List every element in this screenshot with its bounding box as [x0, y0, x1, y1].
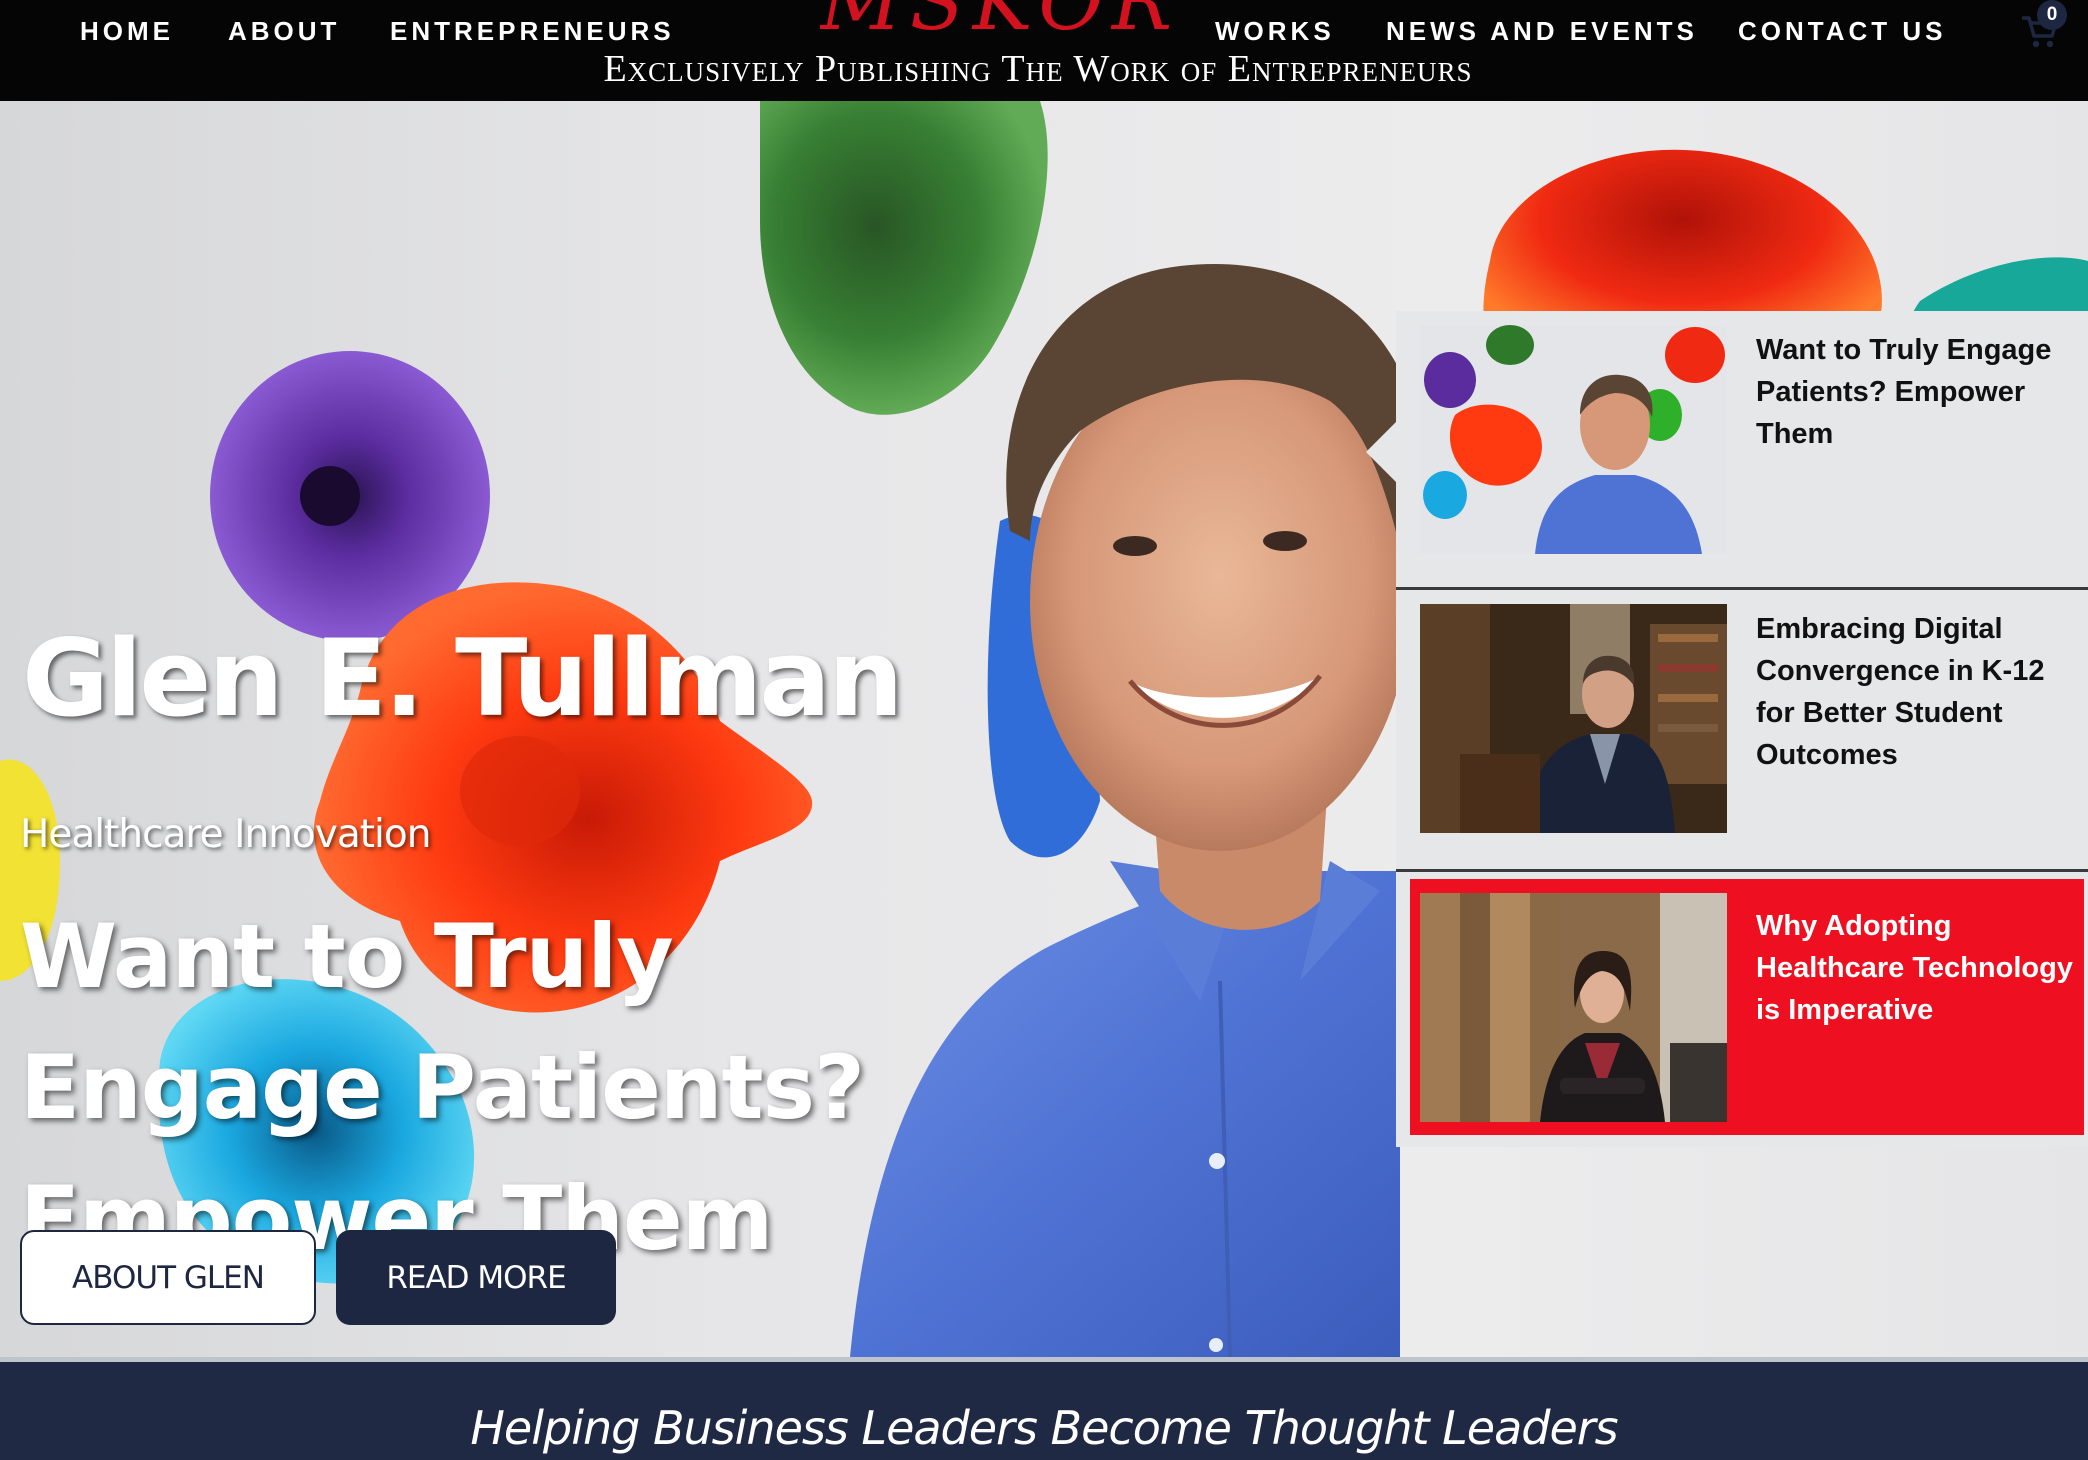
read-more-button[interactable]: READ MORE	[336, 1230, 616, 1325]
site-tagline: Exclusively Publishing The Work of Entre…	[0, 46, 2088, 92]
article-list-item-3[interactable]: Why Adopting Healthcare Technology is Im…	[1410, 879, 2084, 1135]
banner-text: Helping Business Leaders Become Thought …	[470, 1401, 1618, 1455]
article-list-panel: Want to Truly Engage Patients? Empower T…	[1396, 311, 2088, 1147]
author-name: Glen E. Tullman	[22, 617, 903, 740]
article-title: Embracing Digital Convergence in K-12 fo…	[1756, 613, 2045, 771]
tagline-banner: Helping Business Leaders Become Thought …	[0, 1357, 2088, 1460]
site-logo[interactable]: MSKOR	[820, 0, 1180, 38]
nav-news-and-events[interactable]: NEWS AND EVENTS	[1386, 16, 1698, 47]
divider	[1396, 869, 2088, 872]
hero-headline[interactable]: Want to Truly Engage Patients? Empower T…	[20, 891, 1050, 1284]
cart-count-badge: 0	[2037, 0, 2067, 30]
nav-home[interactable]: HOME	[80, 16, 174, 47]
nav-about[interactable]: ABOUT	[228, 16, 340, 47]
article-list-item-2[interactable]: Embracing Digital Convergence in K-12 fo…	[1410, 590, 2084, 848]
article-thumbnail	[1420, 604, 1727, 833]
article-thumbnail	[1420, 325, 1727, 554]
article-title: Want to Truly Engage Patients? Empower T…	[1756, 334, 2052, 450]
article-thumbnail	[1420, 893, 1727, 1122]
logo-text: MSKOR	[820, 0, 1180, 38]
about-author-button[interactable]: ABOUT GLEN	[20, 1230, 316, 1325]
site-header: HOME ABOUT ENTREPRENEURS MSKOR WORKS NEW…	[0, 0, 2088, 101]
nav-entrepreneurs[interactable]: ENTREPRENEURS	[390, 16, 675, 47]
article-list-item-1[interactable]: Want to Truly Engage Patients? Empower T…	[1410, 311, 2084, 587]
panel-pointer	[1366, 422, 1396, 482]
article-category[interactable]: Healthcare Innovation	[20, 807, 431, 863]
article-title: Why Adopting Healthcare Technology is Im…	[1756, 910, 2073, 1026]
tagline-text: Exclusively Publishing The Work of Entre…	[603, 48, 1473, 90]
nav-contact-us[interactable]: CONTACT US	[1738, 16, 1947, 47]
nav-works[interactable]: WORKS	[1215, 16, 1335, 47]
